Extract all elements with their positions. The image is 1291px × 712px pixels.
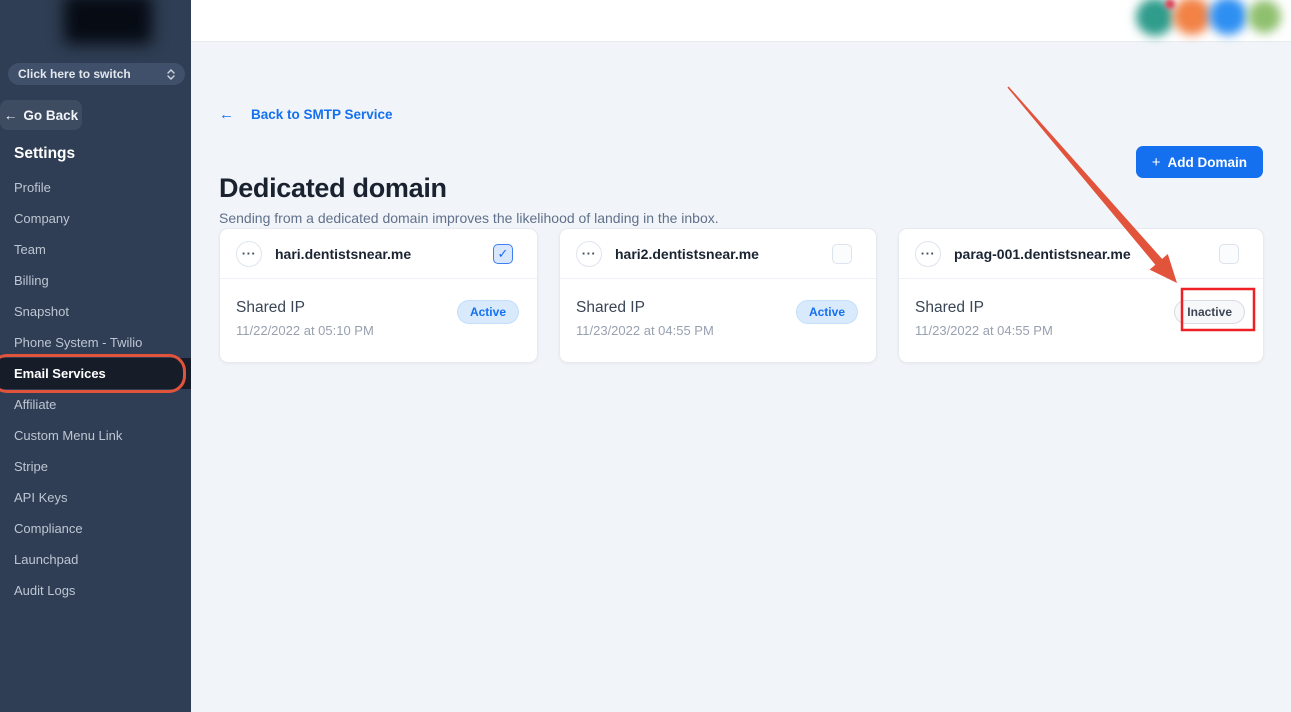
settings-section-title: Settings bbox=[14, 145, 76, 162]
domain-checkbox[interactable]: ✓ bbox=[493, 243, 513, 264]
status-badge: Active bbox=[795, 300, 858, 324]
domain-card-body: Shared IP 11/23/2022 at 04:55 PM Inactiv… bbox=[899, 279, 1263, 362]
domain-name: parag-001.dentistsnear.me bbox=[954, 245, 1131, 262]
domain-card: ··· hari.dentistsnear.me ✓ Shared IP 11/… bbox=[219, 228, 538, 363]
back-to-smtp-link[interactable]: ← Back to SMTP Service bbox=[219, 106, 393, 123]
plus-icon: + bbox=[1151, 153, 1161, 171]
sidebar-item-team[interactable]: Team bbox=[0, 234, 191, 265]
created-date: 11/23/2022 at 04:55 PM bbox=[576, 323, 714, 338]
status-badge: Inactive bbox=[1174, 300, 1245, 324]
settings-nav: Profile Company Team Billing Snapshot Ph… bbox=[0, 172, 191, 606]
sidebar-item-billing[interactable]: Billing bbox=[0, 265, 191, 296]
chevron-up-down-icon bbox=[167, 68, 175, 80]
sidebar-item-compliance[interactable]: Compliance bbox=[0, 513, 191, 544]
add-domain-button[interactable]: + Add Domain bbox=[1135, 146, 1263, 178]
go-back-label: Go Back bbox=[23, 107, 79, 123]
sidebar-item-audit-logs[interactable]: Audit Logs bbox=[0, 575, 191, 606]
sidebar-item-api-keys[interactable]: API Keys bbox=[0, 482, 191, 513]
settings-sidebar: Click here to switch ← Go Back Settings … bbox=[0, 0, 191, 712]
domain-card-body: Shared IP 11/22/2022 at 05:10 PM Active bbox=[220, 279, 537, 362]
ellipsis-menu-button[interactable]: ··· bbox=[915, 240, 941, 267]
sidebar-item-company[interactable]: Company bbox=[0, 203, 191, 234]
sidebar-item-custom-menu[interactable]: Custom Menu Link bbox=[0, 420, 191, 451]
avatar-orange[interactable] bbox=[1173, 0, 1211, 35]
domain-card-header: ··· parag-001.dentistsnear.me bbox=[899, 229, 1263, 279]
sidebar-item-label: Email Services bbox=[14, 366, 106, 381]
page-title: Dedicated domain bbox=[219, 173, 447, 203]
top-bar bbox=[191, 0, 1291, 42]
domain-card: ··· parag-001.dentistsnear.me Shared IP … bbox=[898, 228, 1264, 363]
sidebar-item-launchpad[interactable]: Launchpad bbox=[0, 544, 191, 575]
domain-card-body: Shared IP 11/23/2022 at 04:55 PM Active bbox=[560, 279, 876, 362]
domain-card: ··· hari2.dentistsnear.me Shared IP 11/2… bbox=[559, 228, 877, 363]
ip-type: Shared IP bbox=[236, 299, 305, 316]
ip-type: Shared IP bbox=[576, 299, 645, 316]
domain-card-list: ··· hari.dentistsnear.me ✓ Shared IP 11/… bbox=[219, 228, 1264, 363]
sidebar-item-affiliate[interactable]: Affiliate bbox=[0, 389, 191, 420]
email-services-content: ← Back to SMTP Service Dedicated domain … bbox=[191, 42, 1291, 712]
domain-name: hari.dentistsnear.me bbox=[275, 245, 412, 262]
page-subtitle: Sending from a dedicated domain improves… bbox=[219, 210, 719, 226]
avatar-green[interactable] bbox=[1248, 0, 1281, 33]
quick-action-icons bbox=[1136, 0, 1286, 43]
checkmark-icon: ✓ bbox=[497, 246, 509, 261]
back-arrow-icon: ← bbox=[3, 107, 18, 123]
go-back-button[interactable]: ← Go Back bbox=[0, 100, 82, 130]
ellipsis-menu-button[interactable]: ··· bbox=[236, 240, 262, 267]
add-domain-label: Add Domain bbox=[1167, 154, 1248, 170]
status-badge: Active bbox=[456, 300, 519, 324]
back-arrow-icon: ← bbox=[219, 106, 234, 123]
domain-card-header: ··· hari.dentistsnear.me ✓ bbox=[220, 229, 537, 279]
sidebar-item-email-services[interactable]: Email Services bbox=[0, 354, 191, 393]
domain-checkbox[interactable] bbox=[1219, 243, 1239, 264]
agency-logo bbox=[64, 0, 152, 44]
ellipsis-menu-button[interactable]: ··· bbox=[576, 240, 602, 267]
sidebar-item-snapshot[interactable]: Snapshot bbox=[0, 296, 191, 327]
domain-checkbox[interactable] bbox=[832, 243, 852, 264]
created-date: 11/23/2022 at 04:55 PM bbox=[915, 323, 1053, 338]
sidebar-item-phone-system[interactable]: Phone System - Twilio bbox=[0, 327, 191, 358]
avatar-blue[interactable] bbox=[1209, 0, 1247, 35]
account-switcher-dropdown[interactable]: Click here to switch bbox=[8, 63, 185, 85]
created-date: 11/22/2022 at 05:10 PM bbox=[236, 323, 374, 338]
domain-name: hari2.dentistsnear.me bbox=[615, 245, 759, 262]
sidebar-item-stripe[interactable]: Stripe bbox=[0, 451, 191, 482]
sidebar-item-profile[interactable]: Profile bbox=[0, 172, 191, 203]
ip-type: Shared IP bbox=[915, 299, 984, 316]
domain-card-header: ··· hari2.dentistsnear.me bbox=[560, 229, 876, 279]
account-switcher-label: Click here to switch bbox=[18, 67, 131, 81]
back-link-label: Back to SMTP Service bbox=[251, 107, 393, 122]
